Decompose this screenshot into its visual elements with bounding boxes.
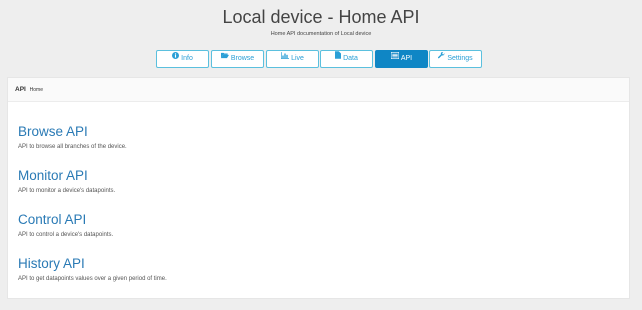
section-history-api: History API API to get datapoints values… (18, 256, 167, 283)
tab-data-label: Data (343, 55, 358, 62)
browse-api-description: API to browse all branches of the device… (18, 144, 127, 150)
browse-api-link[interactable]: Browse API (18, 124, 127, 140)
panel-header: API Home (8, 78, 629, 102)
tab-info[interactable]: Info (156, 50, 209, 68)
nav-tabs: Info Browse Live Data API Settings (0, 50, 642, 68)
file-icon (335, 50, 342, 66)
api-panel: API Home Browse API API to browse all br… (7, 77, 630, 299)
monitor-api-link[interactable]: Monitor API (18, 168, 115, 184)
tab-browse-label: Browse (230, 55, 255, 62)
tab-browse[interactable]: Browse (211, 50, 264, 68)
page-subtitle: Home API documentation of Local device (270, 31, 372, 37)
control-api-description: API to control a device's datapoints. (18, 232, 114, 238)
history-api-description: API to get datapoints values over a give… (18, 276, 167, 282)
tab-settings[interactable]: Settings (429, 50, 482, 68)
chart-icon (281, 50, 290, 66)
tab-api[interactable]: API (375, 50, 428, 68)
info-icon (172, 50, 180, 66)
tab-data[interactable]: Data (320, 50, 373, 68)
panel-title: API (15, 86, 26, 93)
tab-info-label: Info (181, 55, 193, 62)
control-api-link[interactable]: Control API (18, 212, 113, 228)
history-api-link[interactable]: History API (18, 256, 167, 272)
section-control-api: Control API API to control a device's da… (18, 212, 113, 239)
tab-api-label: API (400, 55, 413, 62)
tab-live[interactable]: Live (266, 50, 319, 68)
monitor-api-description: API to monitor a device's datapoints. (18, 188, 116, 194)
folder-open-icon (220, 50, 229, 66)
section-browse-api: Browse API API to browse all branches of… (18, 124, 127, 151)
panel-subtitle: Home (29, 87, 43, 93)
tab-settings-label: Settings (447, 55, 473, 62)
tab-live-label: Live (291, 55, 304, 62)
section-monitor-api: Monitor API API to monitor a device's da… (18, 168, 115, 195)
wrench-icon (438, 50, 445, 66)
page-title: Local device - Home API (222, 7, 420, 27)
list-icon (390, 50, 400, 66)
